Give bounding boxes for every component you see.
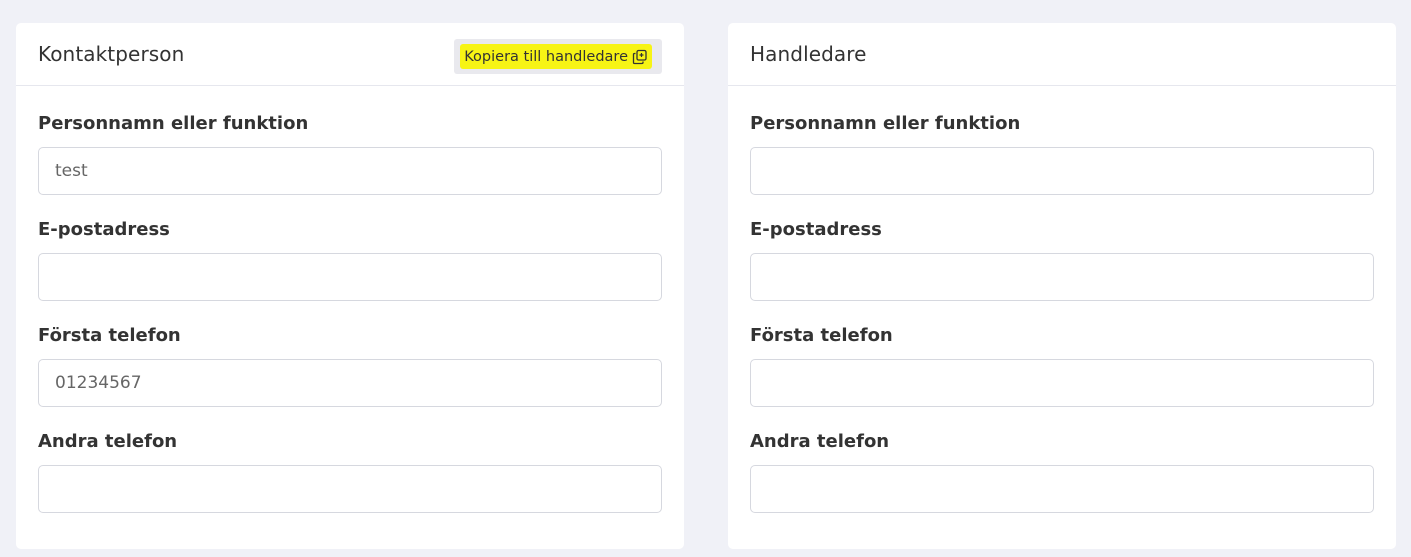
supervisor-name-field: Personnamn eller funktion [750,113,1374,195]
contact-email-label: E-postadress [38,219,170,240]
page: Kontaktperson Kopiera till handledare Pe [0,0,1411,557]
contact-email-field: E-postadress [38,219,662,301]
supervisor-phone1-field: Första telefon [750,325,1374,407]
supervisor-header: Handledare [728,23,1396,86]
supervisor-phone1-label: Första telefon [750,325,893,346]
supervisor-name-input[interactable] [750,147,1374,195]
contact-phone1-label: Första telefon [38,325,181,346]
supervisor-email-input[interactable] [750,253,1374,301]
contact-phone1-input[interactable] [38,359,662,407]
copy-button-label: Kopiera till handledare [464,48,628,65]
contact-name-field: Personnamn eller funktion [38,113,662,195]
supervisor-email-field: E-postadress [750,219,1374,301]
contact-name-label: Personnamn eller funktion [38,113,309,134]
copy-icon [632,49,648,65]
supervisor-card: Handledare Personnamn eller funktion E-p… [728,23,1396,549]
copy-button-highlight: Kopiera till handledare [460,44,652,69]
contact-phone2-field: Andra telefon [38,431,662,513]
supervisor-phone2-field: Andra telefon [750,431,1374,513]
supervisor-phone2-label: Andra telefon [750,431,890,452]
supervisor-name-label: Personnamn eller funktion [750,113,1021,134]
copy-to-supervisor-button[interactable]: Kopiera till handledare [454,39,662,74]
contact-name-input[interactable] [38,147,662,195]
contact-phone2-label: Andra telefon [38,431,178,452]
supervisor-email-label: E-postadress [750,219,882,240]
supervisor-phone1-input[interactable] [750,359,1374,407]
contact-phone2-input[interactable] [38,465,662,513]
contact-person-header: Kontaktperson Kopiera till handledare [16,23,684,86]
contact-email-input[interactable] [38,253,662,301]
supervisor-form: Personnamn eller funktion E-postadress F… [728,86,1396,513]
contact-person-title: Kontaktperson [38,42,185,66]
contact-phone1-field: Första telefon [38,325,662,407]
supervisor-title: Handledare [750,42,867,66]
supervisor-phone2-input[interactable] [750,465,1374,513]
contact-person-form: Personnamn eller funktion E-postadress F… [16,86,684,513]
contact-person-card: Kontaktperson Kopiera till handledare Pe [16,23,684,549]
